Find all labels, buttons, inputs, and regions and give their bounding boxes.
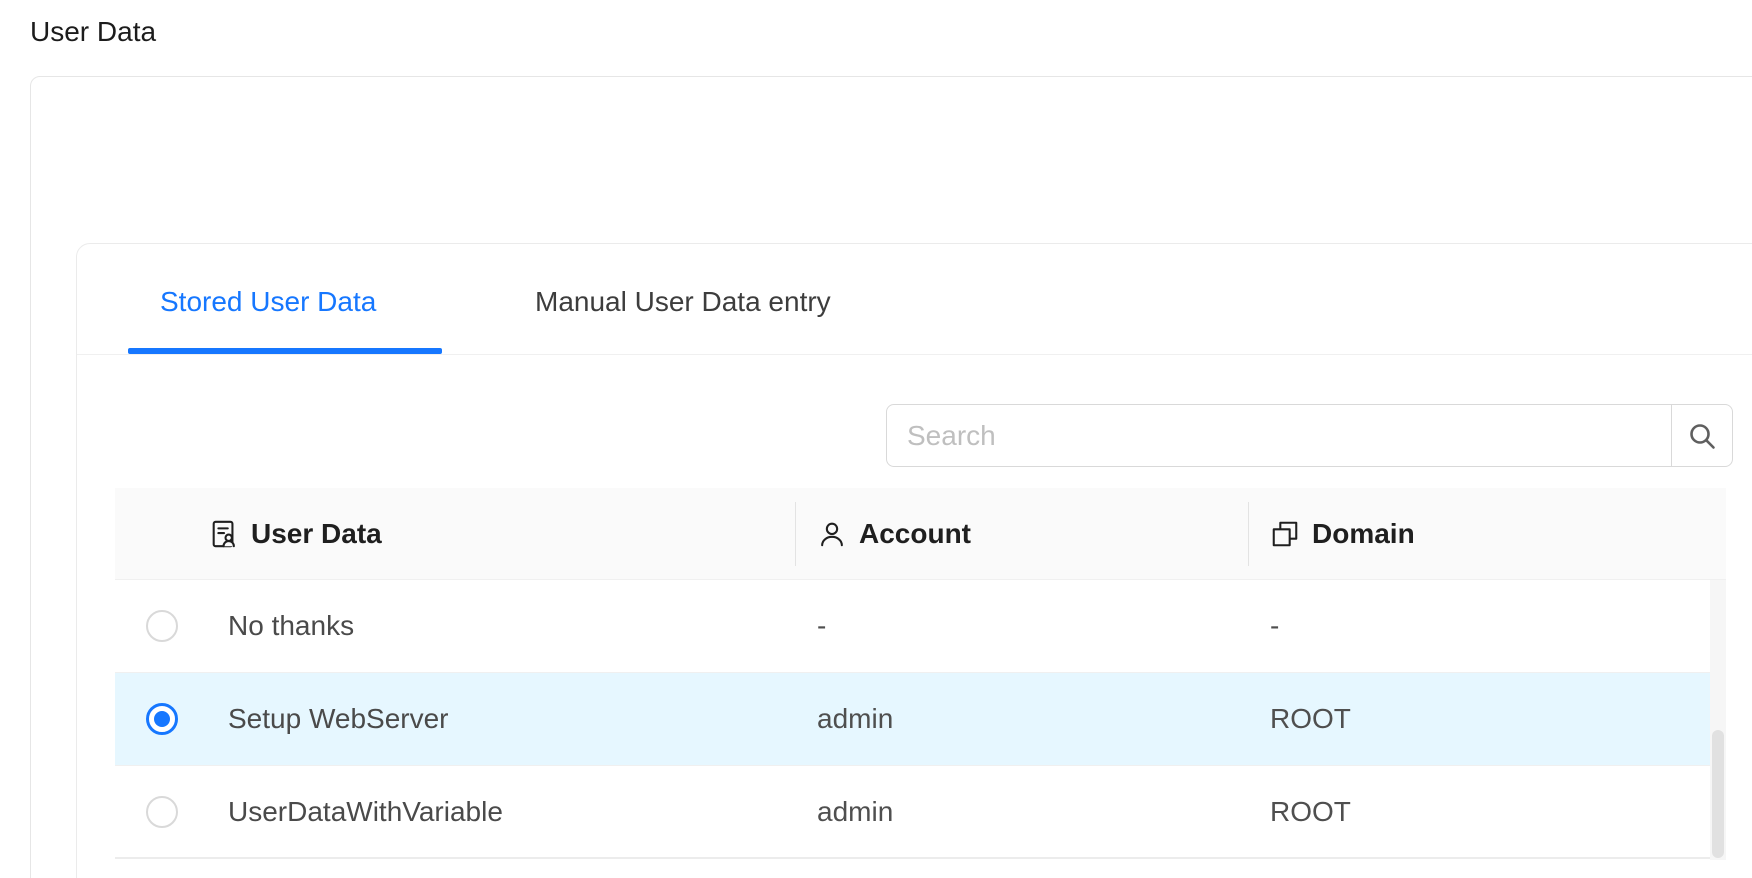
cell-domain: ROOT — [1248, 673, 1726, 765]
table-row[interactable]: Setup WebServer admin ROOT — [115, 673, 1726, 766]
search-icon — [1686, 420, 1718, 452]
column-header-user-data: User Data — [115, 488, 795, 579]
column-header-account: Account — [795, 488, 1248, 579]
column-separator — [1248, 502, 1249, 566]
block-icon — [1270, 519, 1300, 549]
page-title: User Data — [30, 16, 156, 48]
tabs-divider — [77, 354, 1752, 355]
vertical-scrollbar[interactable] — [1710, 580, 1726, 860]
table-row[interactable]: UserDataWithVariable admin ROOT — [115, 766, 1726, 859]
cell-account: - — [795, 580, 1248, 672]
radio-button[interactable] — [146, 796, 178, 828]
tab-stored-user-data[interactable]: Stored User Data — [160, 287, 376, 317]
radio-button[interactable] — [146, 703, 178, 735]
cell-account: admin — [795, 673, 1248, 765]
search-input[interactable] — [886, 404, 1672, 467]
column-separator — [795, 502, 796, 566]
cell-user-data: UserDataWithVariable — [115, 766, 795, 857]
user-data-screen: User Data Stored User Data Manual User D… — [0, 0, 1752, 878]
solution-icon — [209, 519, 239, 549]
cell-account: admin — [795, 766, 1248, 857]
tab-manual-user-data-entry[interactable]: Manual User Data entry — [535, 287, 831, 317]
cell-user-data: No thanks — [115, 580, 795, 672]
cell-domain: ROOT — [1248, 766, 1726, 857]
vertical-scrollbar-thumb[interactable] — [1712, 730, 1724, 858]
column-header-domain: Domain — [1248, 488, 1726, 579]
table-row[interactable]: No thanks - - — [115, 580, 1726, 673]
user-data-table: User Data Account Domain — [115, 488, 1726, 859]
cell-domain: - — [1248, 580, 1726, 672]
radio-button[interactable] — [146, 610, 178, 642]
cell-user-data: Setup WebServer — [115, 673, 795, 765]
table-header: User Data Account Domain — [115, 488, 1726, 580]
search-button[interactable] — [1671, 404, 1733, 467]
user-icon — [817, 519, 847, 549]
